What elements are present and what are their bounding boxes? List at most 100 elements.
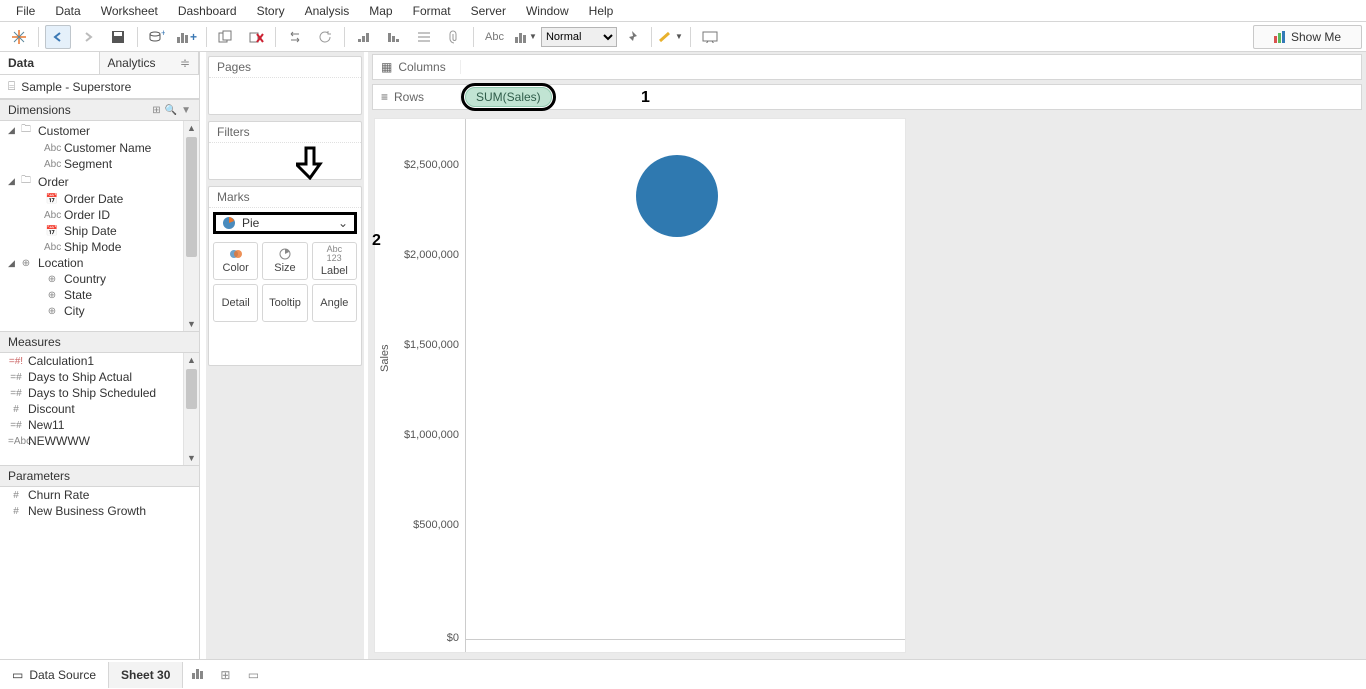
parameters-label: Parameters — [8, 469, 70, 483]
param-churn[interactable]: #Churn Rate — [0, 487, 199, 503]
marks-tooltip[interactable]: Tooltip — [262, 284, 307, 322]
meas-new11[interactable]: =#New11 — [0, 417, 199, 433]
tableau-logo-icon[interactable] — [6, 25, 32, 49]
new-worksheet-button[interactable]: + — [174, 25, 200, 49]
menu-data[interactable]: Data — [45, 2, 90, 20]
pin-button[interactable] — [619, 25, 645, 49]
datasource-icon: ⌸ — [8, 79, 15, 94]
menu-dashboard[interactable]: Dashboard — [168, 2, 247, 20]
columns-shelf[interactable]: ▦Columns — [372, 54, 1362, 80]
rows-shelf[interactable]: ≡Rows SUM(Sales) 1 — [372, 84, 1362, 110]
dim-scrollbar[interactable]: ▲▼ — [183, 121, 199, 331]
menu-map[interactable]: Map — [359, 2, 402, 20]
meas-scrollbar[interactable]: ▲▼ — [183, 353, 199, 465]
annotation-2: 2 — [372, 232, 381, 250]
y-axis: $2,500,000 $2,000,000 $1,500,000 $1,000,… — [375, 119, 465, 652]
totals-button[interactable] — [411, 25, 437, 49]
menu-worksheet[interactable]: Worksheet — [91, 2, 168, 20]
y-tick: $1,500,000 — [404, 339, 459, 351]
tab-data[interactable]: Data — [0, 52, 100, 74]
label-toggle-button[interactable]: Abc — [480, 25, 509, 49]
dim-city[interactable]: ⊕City — [0, 303, 199, 319]
tab-analytics[interactable]: Analytics≑ — [100, 52, 200, 74]
save-button[interactable] — [105, 25, 131, 49]
dimensions-tree: ◢🗀Customer AbcCustomer Name AbcSegment ◢… — [0, 121, 199, 331]
dim-location-group[interactable]: ◢⊕Location — [0, 255, 199, 271]
dim-order-date[interactable]: 📅Order Date — [0, 191, 199, 207]
menu-help[interactable]: Help — [579, 2, 624, 20]
dim-menu-icon[interactable]: ▼ — [181, 105, 191, 116]
menu-server[interactable]: Server — [461, 2, 516, 20]
menu-file[interactable]: File — [6, 2, 45, 20]
menu-story[interactable]: Story — [247, 2, 295, 20]
measures-header: Measures — [0, 331, 199, 353]
mark-type-select[interactable]: Pie ⌄ — [213, 212, 357, 234]
marks-grid: Color Size Abc123Label Detail Tooltip An… — [209, 238, 361, 326]
sort-asc-button[interactable] — [351, 25, 377, 49]
meas-days-scheduled[interactable]: =#Days to Ship Scheduled — [0, 385, 199, 401]
new-sheet-button[interactable] — [183, 667, 211, 682]
dim-segment[interactable]: AbcSegment — [0, 156, 199, 172]
dim-state[interactable]: ⊕State — [0, 287, 199, 303]
analytics-menu-icon[interactable]: ≑ — [180, 56, 190, 70]
marks-size[interactable]: Size — [262, 242, 307, 280]
show-me-button[interactable]: Show Me — [1253, 25, 1362, 49]
meas-calc1[interactable]: =#!Calculation1 — [0, 353, 199, 369]
menu-window[interactable]: Window — [516, 2, 579, 20]
dim-search-icon[interactable]: 🔍 — [165, 105, 177, 116]
marks-color[interactable]: Color — [213, 242, 258, 280]
presentation-button[interactable] — [697, 25, 723, 49]
pie-mark[interactable] — [636, 155, 718, 237]
pages-shelf[interactable]: Pages — [208, 56, 362, 115]
y-tick: $500,000 — [413, 519, 459, 531]
meas-days-actual[interactable]: =#Days to Ship Actual — [0, 369, 199, 385]
datasource-row[interactable]: ⌸ Sample - Superstore — [0, 75, 199, 99]
datasource-tab-icon: ▭ — [12, 668, 23, 682]
param-growth[interactable]: #New Business Growth — [0, 503, 199, 519]
dim-order-id[interactable]: AbcOrder ID — [0, 207, 199, 223]
duplicate-button[interactable] — [213, 25, 239, 49]
dim-ship-date[interactable]: 📅Ship Date — [0, 223, 199, 239]
fit-select[interactable]: Normal — [541, 27, 617, 47]
sort-desc-button[interactable] — [381, 25, 407, 49]
sheet-tab[interactable]: Sheet 30 — [109, 662, 183, 688]
clear-button[interactable] — [243, 25, 269, 49]
refresh-button[interactable] — [312, 25, 338, 49]
new-datasource-button[interactable]: + — [144, 25, 170, 49]
y-tick: $2,500,000 — [404, 159, 459, 171]
dim-order-group[interactable]: ◢🗀Order — [0, 172, 199, 191]
attach-button[interactable] — [441, 25, 467, 49]
dim-ship-mode[interactable]: AbcShip Mode — [0, 239, 199, 255]
back-button[interactable] — [45, 25, 71, 49]
swap-button[interactable] — [282, 25, 308, 49]
new-dashboard-button[interactable]: ⊞ — [211, 668, 239, 682]
menu-analysis[interactable]: Analysis — [295, 2, 360, 20]
dim-customer-group[interactable]: ◢🗀Customer — [0, 121, 199, 140]
show-me-icon — [1274, 31, 1285, 43]
dim-country[interactable]: ⊕Country — [0, 271, 199, 287]
size-icon — [278, 248, 292, 260]
fit-dropdown-button[interactable]: ▼ — [513, 25, 539, 49]
columns-icon: ▦ — [381, 60, 392, 74]
marks-angle[interactable]: Angle — [312, 284, 357, 322]
data-source-tab[interactable]: ▭Data Source — [0, 662, 109, 688]
filters-shelf[interactable]: Filters — [208, 121, 362, 180]
dim-customer-name[interactable]: AbcCustomer Name — [0, 140, 199, 156]
forward-button[interactable] — [75, 25, 101, 49]
highlight-button[interactable]: ▼ — [658, 25, 684, 49]
rows-label: Rows — [394, 90, 424, 104]
marks-detail[interactable]: Detail — [213, 284, 258, 322]
menu-format[interactable]: Format — [403, 2, 461, 20]
rows-pill-sum-sales[interactable]: SUM(Sales) — [465, 87, 552, 107]
meas-discount[interactable]: #Discount — [0, 401, 199, 417]
new-story-button[interactable]: ▭ — [239, 668, 267, 682]
marks-title: Marks — [209, 187, 361, 208]
measures-label: Measures — [8, 335, 61, 349]
y-tick: $2,000,000 — [404, 249, 459, 261]
marks-label[interactable]: Abc123Label — [312, 242, 357, 280]
chart-area[interactable]: Sales $2,500,000 $2,000,000 $1,500,000 $… — [374, 118, 906, 653]
dim-view-icon[interactable]: ⊞ — [152, 105, 160, 116]
chevron-down-icon: ⌄ — [338, 216, 348, 230]
meas-newwww[interactable]: =AbcNEWWWW — [0, 433, 199, 449]
annotation-arrow-icon — [296, 146, 324, 180]
